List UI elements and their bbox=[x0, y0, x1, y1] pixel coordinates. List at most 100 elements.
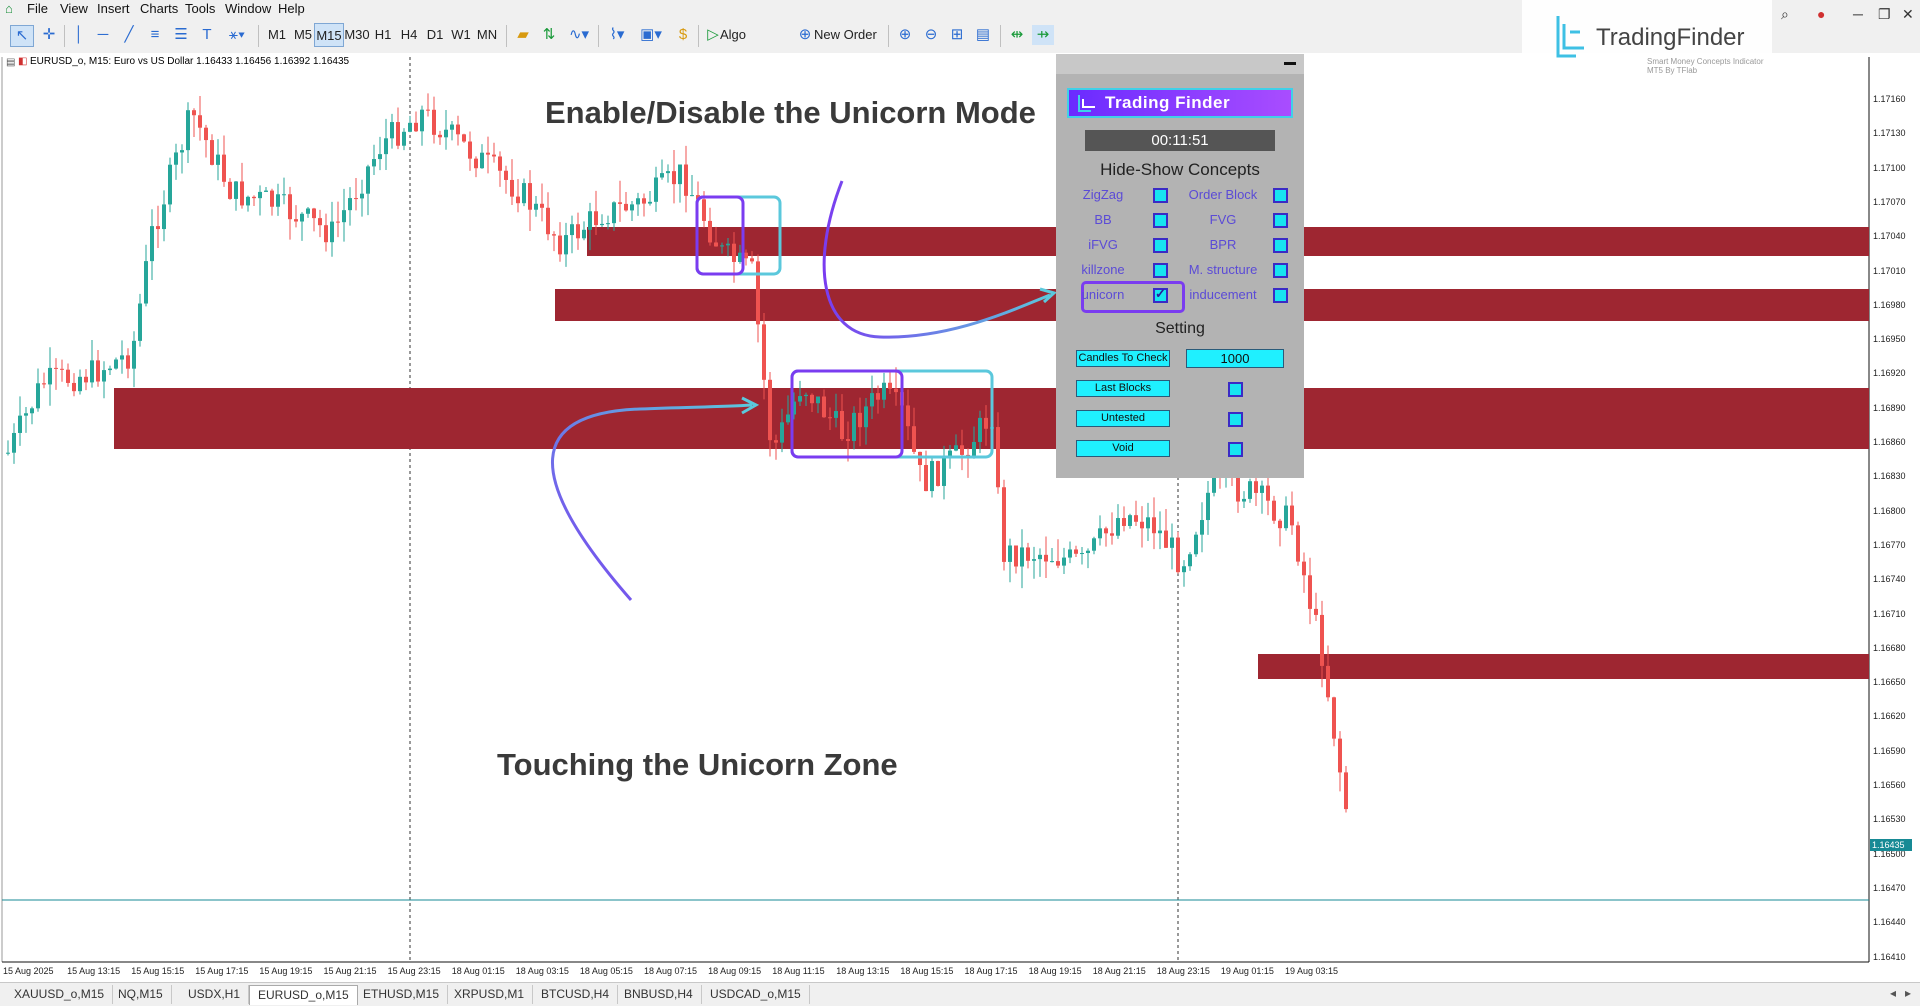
indicators-icon[interactable]: ⇅ bbox=[538, 25, 560, 45]
tab-eurusd[interactable]: EURUSD_o,M15 bbox=[249, 985, 358, 1005]
untested-button[interactable]: Untested bbox=[1076, 410, 1170, 427]
candle-body bbox=[978, 417, 982, 442]
concept-checkbox-inducement[interactable] bbox=[1273, 288, 1288, 303]
text-icon[interactable]: T bbox=[196, 25, 218, 45]
folder-icon[interactable]: ▰ bbox=[512, 25, 534, 45]
shapes-icon[interactable]: ⚹▾ bbox=[222, 25, 252, 45]
candle-body bbox=[894, 388, 898, 393]
candle-body bbox=[912, 426, 916, 452]
concept-checkbox-ifvg[interactable] bbox=[1153, 238, 1168, 253]
close-icon[interactable]: ✕ bbox=[1902, 6, 1914, 23]
minimize-panel-icon[interactable] bbox=[1284, 62, 1296, 65]
candle-body bbox=[360, 193, 364, 199]
algo-trading-button[interactable]: Algo Trading bbox=[720, 23, 792, 66]
void-button[interactable]: Void bbox=[1076, 440, 1170, 457]
menu-tools[interactable]: Tools bbox=[185, 1, 215, 16]
candle-body bbox=[1182, 566, 1186, 573]
candle-body bbox=[510, 179, 514, 197]
candle-body bbox=[828, 417, 832, 419]
cursor-icon[interactable]: ↖ bbox=[10, 25, 34, 47]
concept-checkbox-m-structure[interactable] bbox=[1273, 263, 1288, 278]
new-order-button[interactable]: New Order bbox=[814, 23, 886, 47]
concept-checkbox-order-block[interactable] bbox=[1273, 188, 1288, 203]
price-label: 1.16410 bbox=[1873, 951, 1906, 962]
zoom-in-icon[interactable]: ⊕ bbox=[894, 25, 916, 45]
menu-help[interactable]: Help bbox=[278, 1, 305, 16]
time-label: 18 Aug 17:15 bbox=[964, 966, 1018, 976]
candle-body bbox=[342, 210, 346, 223]
candle-body bbox=[714, 242, 718, 247]
candles-to-check-button[interactable]: Candles To Check bbox=[1076, 350, 1170, 367]
dollar-icon[interactable]: $ bbox=[672, 25, 694, 45]
candle-body bbox=[552, 234, 556, 236]
candle-body bbox=[702, 199, 706, 221]
scroll-right-icon[interactable]: ▸ bbox=[1905, 986, 1911, 1000]
oscillator-icon[interactable]: ∿▾ bbox=[564, 25, 594, 45]
menu-file[interactable]: File bbox=[27, 1, 48, 16]
candle-body bbox=[882, 382, 886, 400]
concept-checkbox-bb[interactable] bbox=[1153, 213, 1168, 228]
concept-label-bpr: BPR bbox=[1209, 237, 1237, 252]
menu-insert[interactable]: Insert bbox=[97, 1, 130, 16]
notification-icon[interactable]: ● bbox=[1817, 6, 1825, 22]
crosshair-icon[interactable]: ✛ bbox=[38, 25, 60, 45]
tile-windows-icon[interactable]: ▤ bbox=[972, 25, 994, 45]
tab-btcusd[interactable]: BTCUSD,H4 bbox=[533, 985, 619, 1004]
timeframe-mn[interactable]: MN bbox=[472, 23, 502, 47]
last-blocks-button[interactable]: Last Blocks bbox=[1076, 380, 1170, 397]
candle-body bbox=[462, 134, 466, 142]
vertical-line-icon[interactable]: │ bbox=[68, 25, 90, 45]
void-checkbox[interactable] bbox=[1228, 442, 1243, 457]
channel-icon[interactable]: ≡ bbox=[144, 25, 166, 45]
concept-label-fvg: FVG bbox=[1209, 212, 1237, 227]
chart-flag-icon[interactable]: ◧ bbox=[18, 56, 27, 67]
price-chart[interactable] bbox=[0, 53, 1920, 980]
concept-checkbox-unicorn[interactable] bbox=[1153, 286, 1168, 303]
tab-nq[interactable]: NQ,M15 bbox=[110, 985, 172, 1004]
concept-label-zigzag: ZigZag bbox=[1082, 187, 1124, 202]
tab-bnbusd[interactable]: BNBUSD,H4 bbox=[616, 985, 702, 1004]
last-blocks-checkbox[interactable] bbox=[1228, 382, 1243, 397]
fibonacci-icon[interactable]: ☰ bbox=[170, 25, 192, 45]
candle-body bbox=[1170, 537, 1174, 548]
scroll-left-icon[interactable]: ◂ bbox=[1890, 986, 1896, 1000]
price-label: 1.16770 bbox=[1873, 539, 1906, 550]
tab-usdcad[interactable]: USDCAD_o,M15 bbox=[702, 985, 810, 1004]
concept-checkbox-zigzag[interactable] bbox=[1153, 188, 1168, 203]
price-label: 1.16620 bbox=[1873, 711, 1906, 722]
trendline-icon[interactable]: ╱ bbox=[118, 25, 140, 45]
chart-shift-icon[interactable]: ⇸ bbox=[1032, 25, 1054, 45]
chart-type-icon[interactable]: ⌇▾ bbox=[602, 25, 632, 45]
autoscroll-icon[interactable]: ⇹ bbox=[1006, 25, 1028, 45]
menu-window[interactable]: Window bbox=[225, 1, 271, 16]
concept-label-ifvg: iFVG bbox=[1088, 237, 1118, 252]
candle-body bbox=[540, 203, 544, 208]
tab-usdx[interactable]: USDX,H1 bbox=[180, 985, 250, 1004]
new-order-icon[interactable]: ⊕ bbox=[794, 25, 816, 45]
candle-body bbox=[468, 141, 472, 159]
chart-menu-icon[interactable]: ▤ bbox=[6, 57, 15, 68]
restore-icon[interactable]: ❐ bbox=[1878, 6, 1891, 23]
candle-body bbox=[600, 223, 604, 226]
zoom-out-icon[interactable]: ⊖ bbox=[920, 25, 942, 45]
untested-checkbox[interactable] bbox=[1228, 412, 1243, 427]
tab-xauusd[interactable]: XAUUSD_o,M15 bbox=[6, 985, 114, 1004]
menu-view[interactable]: View bbox=[60, 1, 88, 16]
grid-icon[interactable]: ⊞ bbox=[946, 25, 968, 45]
search-icon[interactable]: ⌕ bbox=[1781, 6, 1789, 23]
time-label: 15 Aug 17:15 bbox=[195, 966, 249, 976]
templates-icon[interactable]: ▣▾ bbox=[636, 25, 666, 45]
concept-checkbox-killzone[interactable] bbox=[1153, 263, 1168, 278]
horizontal-line-icon[interactable]: ─ bbox=[92, 25, 114, 45]
tab-xrpusd[interactable]: XRPUSD,M1 bbox=[446, 985, 534, 1004]
candles-to-check-input[interactable]: 1000 bbox=[1186, 349, 1284, 368]
concept-checkbox-bpr[interactable] bbox=[1273, 238, 1288, 253]
candle-body bbox=[786, 414, 790, 423]
brand-subtitle: Smart Money Concepts Indicator MT5 By TF… bbox=[1647, 57, 1764, 75]
menu-charts[interactable]: Charts bbox=[140, 1, 178, 16]
candle-body bbox=[132, 340, 136, 369]
candle-body bbox=[222, 154, 226, 182]
minimize-icon[interactable]: ─ bbox=[1853, 6, 1863, 22]
concept-checkbox-fvg[interactable] bbox=[1273, 213, 1288, 228]
tab-ethusd[interactable]: ETHUSD,M15 bbox=[355, 985, 449, 1004]
